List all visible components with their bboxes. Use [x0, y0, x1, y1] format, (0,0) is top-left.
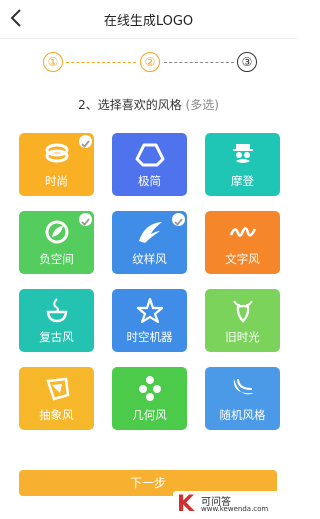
flame-cup-icon: [46, 298, 67, 323]
wing-bird-icon: [138, 222, 162, 243]
style-tile[interactable]: 摩登: [205, 133, 280, 196]
step-connector-1: [66, 62, 136, 63]
style-tile[interactable]: 纹样风: [112, 211, 187, 274]
star-outline-icon: [136, 297, 163, 323]
selected-check-icon: [172, 213, 185, 226]
hexagon-dots-icon: [138, 376, 161, 401]
style-tile[interactable]: 复古风: [19, 289, 94, 352]
abstract-shape-icon: [45, 377, 69, 401]
style-tile-label: 极简: [138, 174, 161, 188]
deer-icon: [232, 300, 253, 323]
style-prompt: 2、选择喜欢的风格 (多选): [0, 96, 297, 113]
watermark: K 可问答 www.kewenda.com: [173, 491, 293, 517]
style-tile-label: 旧时光: [225, 330, 260, 344]
style-tile-label: 复古风: [39, 330, 74, 344]
step-1: ①: [43, 52, 63, 72]
style-tile-label: 负空间: [39, 252, 74, 266]
triangle-drive-icon: [135, 143, 164, 167]
style-tile-label: 时尚: [45, 174, 68, 188]
style-prompt-text: 2、选择喜欢的风格: [78, 98, 182, 112]
header-bar: 在线生成LOGO: [0, 0, 297, 39]
page-title: 在线生成LOGO: [103, 14, 194, 29]
style-tile-label: 时空机器: [126, 330, 173, 344]
script-lettering-icon: [229, 227, 256, 237]
style-tile-label: 纹样风: [132, 252, 167, 266]
step-connector-2: [164, 62, 234, 63]
style-tile[interactable]: 时空机器: [112, 289, 187, 352]
style-tile[interactable]: 极简: [112, 133, 187, 196]
watermark-logo: K: [177, 492, 195, 517]
style-tile-label: 几何风: [132, 408, 167, 422]
watermark-url: www.kewenda.com: [201, 505, 269, 513]
style-tile[interactable]: 负空间: [19, 211, 94, 274]
style-tile[interactable]: 时尚: [19, 133, 94, 196]
selected-check-icon: [79, 213, 92, 226]
style-tile[interactable]: 文字风: [205, 211, 280, 274]
style-tile[interactable]: 随机风格: [205, 367, 280, 430]
style-tile-label: 随机风格: [219, 408, 266, 422]
step-2: ②: [140, 52, 160, 72]
style-tile[interactable]: 几何风: [112, 367, 187, 430]
step-3: ③: [237, 52, 257, 72]
style-tile-label: 摩登: [231, 174, 254, 188]
mustache-man-icon: [232, 144, 253, 163]
swoosh-icon: [233, 378, 254, 395]
style-tile-label: 文字风: [225, 252, 260, 266]
step-indicator: ① ② ③: [0, 52, 297, 74]
style-tile[interactable]: 旧时光: [205, 289, 280, 352]
style-tile-label: 抽象风: [39, 408, 74, 422]
style-prompt-hint: (多选): [185, 98, 219, 112]
selected-check-icon: [79, 135, 92, 148]
style-tile[interactable]: 抽象风: [19, 367, 94, 430]
leaf-circle-icon: [45, 220, 68, 244]
stacked-ring-icon: [45, 143, 68, 163]
